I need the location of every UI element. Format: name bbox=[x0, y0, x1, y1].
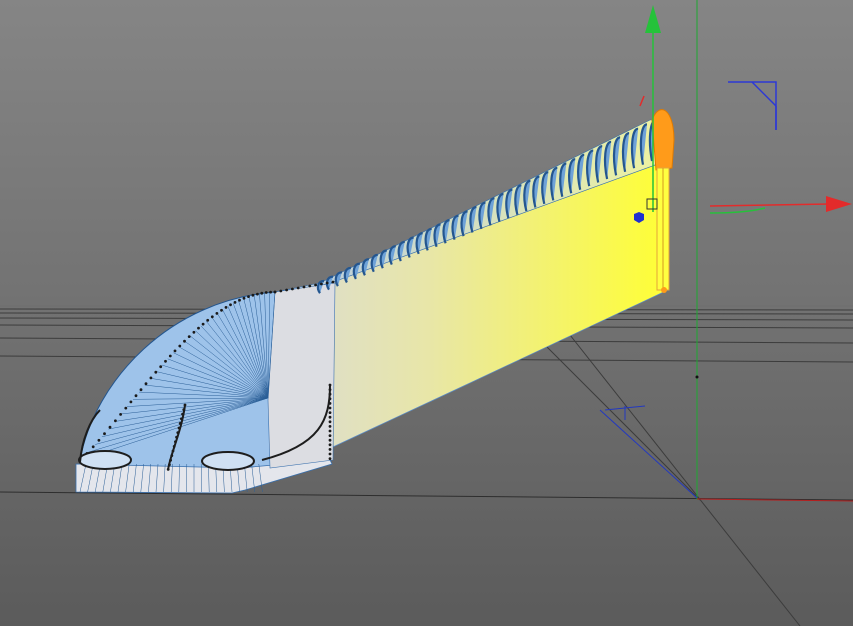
vertex-point bbox=[224, 306, 228, 309]
left-headlight bbox=[78, 450, 132, 470]
vertex-point bbox=[173, 349, 177, 353]
vertex-point bbox=[328, 438, 332, 442]
vertex-point bbox=[97, 438, 101, 442]
vertex-point bbox=[247, 295, 250, 298]
vertex-point bbox=[314, 283, 317, 287]
vertex-point bbox=[119, 413, 122, 416]
vertex-point bbox=[103, 432, 106, 436]
vertex-point bbox=[134, 394, 138, 398]
vertex-point bbox=[238, 298, 241, 302]
model-nose-side bbox=[267, 282, 336, 469]
vertex-point bbox=[91, 445, 95, 449]
vertex-point bbox=[320, 282, 323, 286]
vertex-point bbox=[328, 457, 332, 460]
vertex-point bbox=[201, 322, 205, 326]
right-headlight bbox=[201, 451, 255, 471]
vertex-point bbox=[264, 291, 268, 294]
vertex-point bbox=[220, 308, 223, 312]
viewport-canvas[interactable] bbox=[0, 0, 853, 626]
vertex-point bbox=[328, 420, 332, 424]
vertex-point bbox=[251, 293, 255, 297]
vertex-point bbox=[154, 370, 158, 374]
vertex-point bbox=[273, 290, 277, 294]
vertex-point bbox=[215, 312, 219, 315]
vertex-point bbox=[328, 448, 332, 451]
vertex-point bbox=[192, 330, 196, 334]
vertex-point bbox=[308, 284, 312, 288]
vertex-point bbox=[269, 290, 272, 294]
vertex-point bbox=[331, 280, 335, 284]
model-end-cap bbox=[651, 109, 675, 171]
vertex-point bbox=[302, 285, 306, 289]
vertex-point bbox=[328, 411, 332, 414]
vertex-point bbox=[233, 301, 237, 304]
vertex-point bbox=[328, 406, 332, 410]
vertex-point bbox=[328, 452, 332, 456]
vertex-point bbox=[187, 335, 191, 338]
vertex-point bbox=[144, 382, 148, 386]
vertex-point bbox=[291, 287, 294, 291]
vertex-point bbox=[328, 434, 332, 437]
vertex-point bbox=[328, 429, 332, 433]
vertex-point bbox=[129, 400, 133, 404]
vertex-point bbox=[183, 339, 186, 343]
vertex-point bbox=[197, 326, 200, 330]
vertex-point bbox=[139, 388, 143, 392]
vertex-point bbox=[325, 281, 329, 285]
vertex-point bbox=[206, 318, 210, 322]
vertex-point bbox=[260, 291, 264, 295]
vertex-point bbox=[328, 415, 332, 419]
vertex-point bbox=[296, 286, 300, 290]
vertex-point bbox=[168, 354, 172, 358]
vertex-point bbox=[256, 292, 259, 296]
vertex-point bbox=[178, 344, 182, 348]
vertex-point bbox=[210, 315, 214, 319]
vertex-point bbox=[124, 406, 128, 410]
vertex-point bbox=[279, 289, 283, 293]
vertex-point bbox=[149, 376, 153, 380]
vertex-point bbox=[229, 303, 232, 307]
vertex-point bbox=[328, 443, 332, 447]
3d-viewport[interactable] bbox=[0, 0, 853, 626]
vertex-point bbox=[159, 365, 163, 369]
vertex-point bbox=[328, 425, 332, 428]
vertex-point bbox=[285, 288, 288, 292]
vertex-point bbox=[242, 296, 246, 300]
vertex-point bbox=[114, 419, 117, 423]
vertex-point bbox=[164, 359, 167, 363]
vertex-point bbox=[108, 425, 112, 429]
